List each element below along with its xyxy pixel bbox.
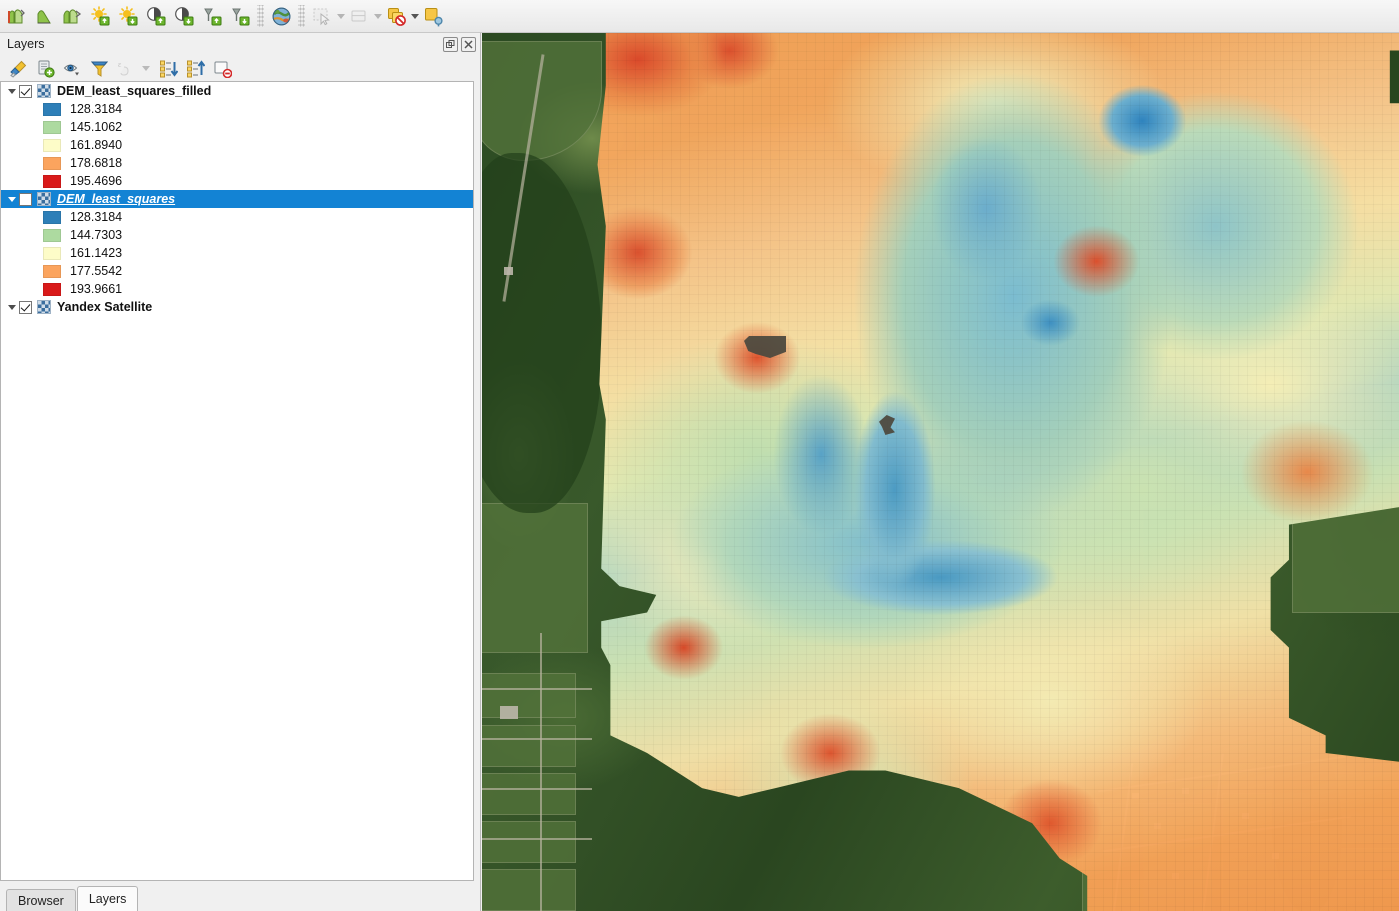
legend-color-swatch <box>43 102 61 116</box>
close-panel-icon[interactable] <box>461 36 476 52</box>
layers-panel-titlebar: Layers <box>0 33 480 55</box>
panel-tabs: Browser Layers <box>0 881 480 911</box>
add-group-icon[interactable] <box>33 57 58 79</box>
layer-name-label: DEM_least_squares <box>57 192 176 206</box>
legend-color-swatch <box>43 282 61 296</box>
panel-tab-browser[interactable]: Browser <box>6 889 76 911</box>
remove-layer-icon[interactable] <box>210 57 235 79</box>
legend-entry: 128.3184 <box>1 100 473 118</box>
deselect-dropdown-icon <box>374 13 382 19</box>
select-features-icon <box>309 3 335 29</box>
identify-deselect-icon[interactable] <box>383 3 409 29</box>
raster-terrain-icon[interactable] <box>59 3 85 29</box>
legend-entry: 128.3184 <box>1 208 473 226</box>
layer-name-label: DEM_least_squares_filled <box>57 84 212 98</box>
globe-icon[interactable] <box>268 3 294 29</box>
legend-color-swatch <box>43 174 61 188</box>
toolbar-separator-2 <box>298 5 305 27</box>
legend-color-swatch <box>43 120 61 134</box>
layer-row-dem-least-squares-filled[interactable]: DEM_least_squares_filled <box>1 82 473 100</box>
raster-histogram-icon[interactable] <box>3 3 29 29</box>
raster-layer-icon <box>37 192 51 206</box>
manage-layer-visibility-icon[interactable] <box>60 57 85 79</box>
legend-entry: 144.7303 <box>1 226 473 244</box>
layers-panel-toolbar: ε <box>0 55 480 81</box>
legend-color-swatch <box>43 246 61 260</box>
layer-visibility-checkbox[interactable] <box>19 192 32 206</box>
decrease-contrast-icon[interactable] <box>171 3 197 29</box>
expand-collapse-triangle-icon[interactable] <box>5 298 19 316</box>
legend-color-swatch <box>43 210 61 224</box>
legend-value-label: 193.9661 <box>70 282 123 296</box>
legend-value-label: 161.1423 <box>70 246 123 260</box>
legend-entry: 177.5542 <box>1 262 473 280</box>
deselect-features-icon <box>346 3 372 29</box>
legend-entry: 145.1062 <box>1 118 473 136</box>
layers-panel-title: Layers <box>7 37 45 51</box>
filter-legend-icon[interactable] <box>87 57 112 79</box>
legend-value-label: 128.3184 <box>70 102 123 116</box>
legend-value-label: 145.1062 <box>70 120 123 134</box>
raster-layer-icon <box>37 300 51 314</box>
legend-value-label: 178.6818 <box>70 156 123 170</box>
select-dropdown-icon <box>337 13 345 19</box>
decrease-saturation-icon[interactable] <box>227 3 253 29</box>
dem-pixel-grid <box>597 33 1399 911</box>
float-panel-icon[interactable] <box>443 36 458 52</box>
expression-filter-icon: ε <box>114 57 139 79</box>
layer-tree[interactable]: DEM_least_squares_filled 128.3184 145.1062… <box>0 81 474 881</box>
increase-saturation-icon[interactable] <box>199 3 225 29</box>
legend-entry: 161.8940 <box>1 136 473 154</box>
identify-features-icon[interactable] <box>420 3 446 29</box>
layer-name-label: Yandex Satellite <box>57 300 153 314</box>
legend-entry: 195.4696 <box>1 172 473 190</box>
identify-dropdown-icon[interactable] <box>411 13 419 19</box>
map-canvas[interactable] <box>482 33 1399 911</box>
layer-visibility-checkbox[interactable] <box>19 300 32 314</box>
legend-value-label: 128.3184 <box>70 210 123 224</box>
toolbar-separator-1 <box>257 5 264 27</box>
expand-collapse-triangle-icon[interactable] <box>5 82 19 100</box>
legend-value-label: 195.4696 <box>70 174 123 188</box>
collapse-all-icon[interactable] <box>183 57 208 79</box>
legend-color-swatch <box>43 264 61 278</box>
increase-contrast-icon[interactable] <box>143 3 169 29</box>
legend-value-label: 177.5542 <box>70 264 123 278</box>
layer-visibility-checkbox[interactable] <box>19 84 32 98</box>
expand-all-icon[interactable] <box>156 57 181 79</box>
expand-collapse-triangle-icon[interactable] <box>5 190 19 208</box>
legend-entry: 161.1423 <box>1 244 473 262</box>
increase-brightness-icon[interactable] <box>87 3 113 29</box>
legend-color-swatch <box>43 156 61 170</box>
decrease-brightness-icon[interactable] <box>115 3 141 29</box>
qgis-window: Layers ε DEM_least_squares_filled 128.31… <box>0 0 1399 911</box>
open-layer-styling-panel-icon[interactable] <box>6 57 31 79</box>
legend-entry: 178.6818 <box>1 154 473 172</box>
legend-value-label: 144.7303 <box>70 228 123 242</box>
raster-profile-icon[interactable] <box>31 3 57 29</box>
legend-color-swatch <box>43 138 61 152</box>
layer-row-yandex-satellite[interactable]: Yandex Satellite <box>1 298 473 316</box>
map-layer-dem-least-squares-filled <box>482 33 1399 911</box>
legend-entry: 193.9661 <box>1 280 473 298</box>
raster-toolbar <box>0 0 1399 33</box>
panel-tab-layers[interactable]: Layers <box>76 886 139 911</box>
dem-raster <box>597 33 1399 911</box>
legend-color-swatch <box>43 228 61 242</box>
legend-value-label: 161.8940 <box>70 138 123 152</box>
layer-row-dem-least-squares[interactable]: DEM_least_squares <box>1 190 473 208</box>
layers-panel: Layers ε DEM_least_squares_filled 128.31… <box>0 33 481 911</box>
svg-text:ε: ε <box>118 60 122 69</box>
raster-layer-icon <box>37 84 51 98</box>
expression-filter-dropdown-icon <box>142 65 150 71</box>
